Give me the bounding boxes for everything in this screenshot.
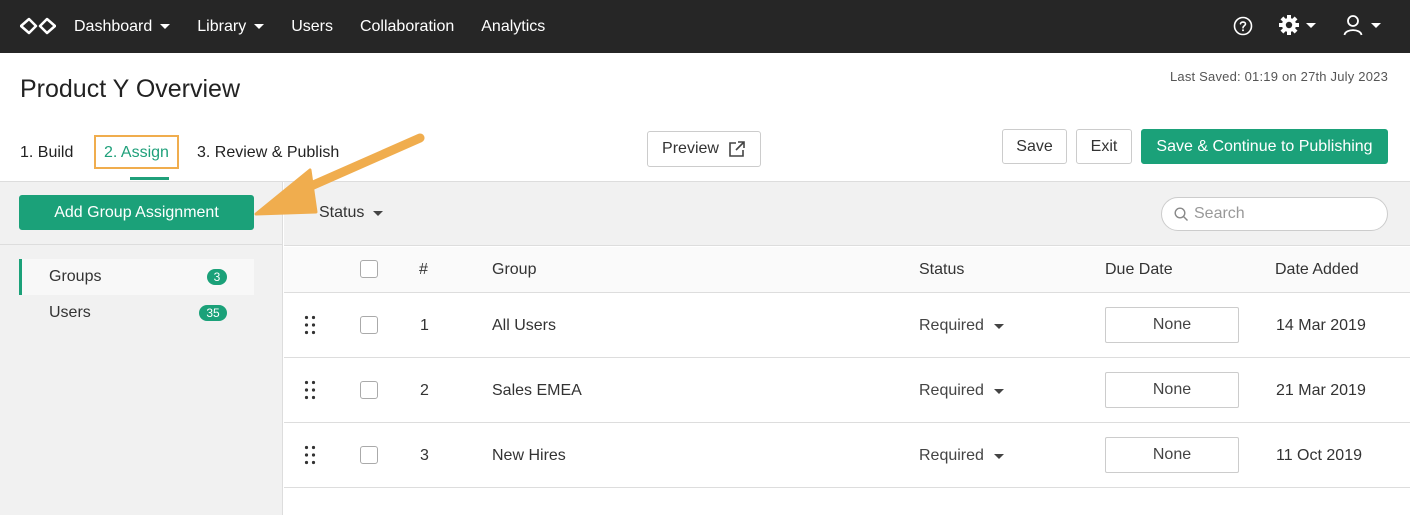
last-saved-text: Last Saved: 01:19 on 27th July 2023 [1169,69,1388,84]
select-all-checkbox[interactable] [360,260,378,278]
column-header-status[interactable]: Status [919,261,964,279]
chevron-down-icon [160,24,171,29]
search-icon [1174,206,1188,221]
status-dropdown[interactable]: Required [919,382,1004,400]
date-added: 14 Mar 2019 [1276,317,1366,334]
nav-item-label: Collaboration [359,17,455,35]
count-badge: 3 [207,269,227,285]
preview-button[interactable]: Preview [647,131,761,167]
search-input[interactable] [1194,205,1374,223]
column-header-group[interactable]: Group [492,261,536,279]
row-number: 3 [420,447,429,464]
nav-item-library[interactable]: Library [197,17,265,36]
group-name: New Hires [492,447,566,464]
status-value: Required [919,447,984,464]
user-icon [1343,15,1363,36]
infinity-logo-icon[interactable] [20,15,56,37]
exit-button[interactable]: Exit [1076,129,1132,164]
external-link-icon [729,141,745,157]
status-dropdown[interactable]: Required [919,317,1004,335]
drag-handle-icon[interactable] [304,445,316,465]
table-row [284,358,1410,423]
step-tab-review-publish[interactable]: 3. Review & Publish [197,144,339,162]
count-badge: 35 [199,305,227,321]
sidebar-item-label: Groups [49,268,102,285]
date-added: 21 Mar 2019 [1276,382,1366,399]
row-number: 1 [420,317,429,334]
nav-item-analytics[interactable]: Analytics [481,18,545,36]
row-checkbox[interactable] [360,446,378,464]
date-added: 11 Oct 2019 [1276,447,1362,464]
nav-item-label: Users [291,17,333,35]
nav-item-collaboration[interactable]: Collaboration [360,18,454,36]
row-checkbox[interactable] [360,316,378,334]
table-header [284,247,1410,293]
add-group-assignment-button[interactable]: Add Group Assignment [19,195,254,230]
page-title: Product Y Overview [20,75,241,103]
due-date-field[interactable]: None [1105,372,1239,408]
drag-handle-icon[interactable] [304,380,316,400]
column-header-number: # [419,261,428,278]
table-row [284,293,1410,358]
chevron-down-icon [993,323,1004,329]
sidebar-divider [0,244,283,245]
help-icon[interactable] [1233,16,1253,36]
status-dropdown[interactable]: Required [919,447,1004,465]
gear-icon [1279,15,1299,35]
due-date-field[interactable]: None [1105,437,1239,473]
sidebar-item-groups[interactable]: Groups 3 [19,259,254,295]
chevron-down-icon [254,24,265,29]
group-name: Sales EMEA [492,382,582,399]
row-number: 2 [420,382,429,399]
row-checkbox[interactable] [360,381,378,399]
nav-item-label: Dashboard [74,17,153,35]
step-tab-build[interactable]: 1. Build [20,144,73,162]
sidebar-item-label: Users [49,304,91,321]
save-continue-button[interactable]: Save & Continue to Publishing [1141,129,1388,164]
user-menu[interactable] [1343,14,1381,36]
group-name: All Users [492,317,557,334]
nav-item-label: Analytics [481,17,546,35]
status-value: Required [919,382,984,399]
chevron-down-icon [1371,22,1381,28]
status-filter-dropdown[interactable]: Status [319,204,384,222]
preview-button-label: Preview [662,140,719,157]
nav-menu: Dashboard Library Users Collaboration An… [74,0,572,53]
column-header-date-added[interactable]: Date Added [1275,261,1359,279]
table-row [284,423,1410,488]
chevron-down-icon [993,388,1004,394]
status-filter-label: Status [319,204,365,221]
column-header-due-date[interactable]: Due Date [1105,261,1173,279]
save-button[interactable]: Save [1002,129,1067,164]
top-nav-bar: Dashboard Library Users Collaboration An… [0,0,1410,53]
sidebar-item-users[interactable]: Users 35 [19,295,254,331]
drag-handle-icon[interactable] [304,315,316,335]
chevron-down-icon [993,453,1004,459]
active-step-indicator [130,177,169,180]
search-box[interactable] [1161,197,1388,231]
chevron-down-icon [373,210,384,216]
status-value: Required [919,317,984,334]
settings-menu[interactable] [1278,14,1316,36]
chevron-down-icon [1306,22,1316,28]
step-tab-assign[interactable]: 2. Assign [94,135,179,169]
left-panel [0,182,283,515]
nav-item-dashboard[interactable]: Dashboard [74,17,171,36]
nav-item-users[interactable]: Users [291,18,333,36]
nav-item-label: Library [197,17,247,35]
due-date-field[interactable]: None [1105,307,1239,343]
